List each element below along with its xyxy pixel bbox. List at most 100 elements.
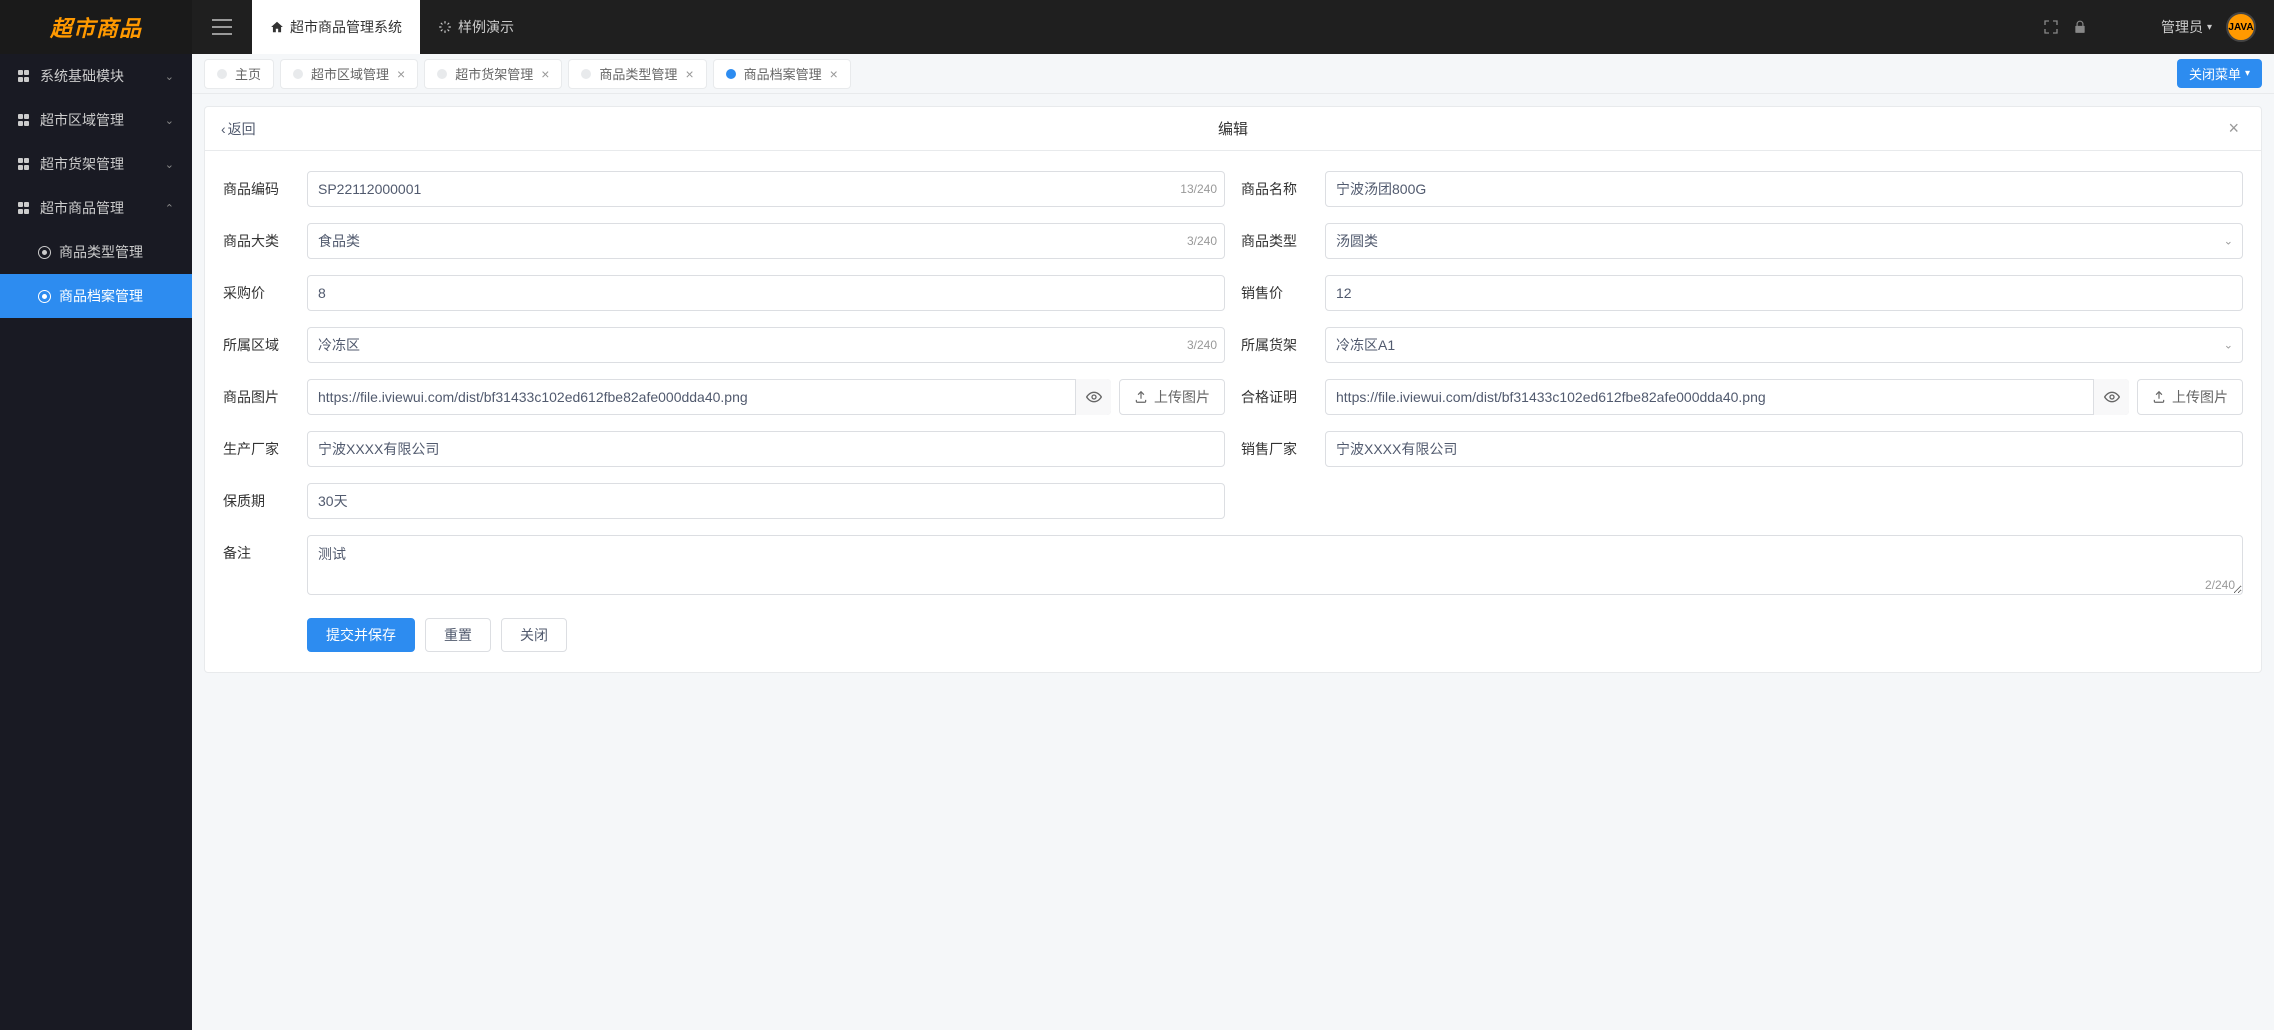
gear-icon: [38, 290, 51, 303]
fullscreen-button[interactable]: [2043, 19, 2059, 35]
avatar-text: JAVA: [2228, 22, 2253, 33]
label-shelf-life: 保质期: [223, 483, 295, 511]
chevron-up-icon: ⌃: [165, 202, 174, 215]
label-type: 商品类型: [1241, 223, 1313, 251]
form-actions: 提交并保存 重置 关闭: [223, 618, 2243, 652]
grid-icon: [18, 70, 30, 82]
home-icon: [270, 20, 284, 34]
page-tab-product-type[interactable]: 商品类型管理 ×: [568, 59, 706, 89]
chevron-left-icon: ‹: [221, 121, 226, 137]
card-title: 编辑: [1218, 118, 1248, 139]
chevron-down-icon: ⌄: [165, 158, 174, 171]
label-area: 所属区域: [223, 327, 295, 355]
input-purchase-price[interactable]: [307, 275, 1225, 311]
input-name[interactable]: [1325, 171, 2243, 207]
input-category[interactable]: [307, 223, 1225, 259]
label-name: 商品名称: [1241, 171, 1313, 199]
tab-dot-icon: [726, 69, 736, 79]
close-tabs-label: 关闭菜单: [2189, 64, 2241, 83]
tab-close-icon[interactable]: ×: [830, 67, 838, 81]
sidebar-item-system-base[interactable]: 系统基础模块 ⌄: [0, 54, 192, 98]
tab-close-icon[interactable]: ×: [685, 67, 693, 81]
form-body: 商品编码 13/240 商品名称: [205, 151, 2261, 672]
tab-dot-icon: [581, 69, 591, 79]
sidebar-item-label: 系统基础模块: [40, 66, 124, 86]
back-label: 返回: [228, 119, 256, 139]
sidebar: 系统基础模块 ⌄ 超市区域管理 ⌄ 超市货架管理 ⌄ 超市商品管理 ⌃ 商品类型…: [0, 54, 192, 1030]
input-shelf-life[interactable]: [307, 483, 1225, 519]
input-image-url[interactable]: [307, 379, 1111, 415]
input-producer[interactable]: [307, 431, 1225, 467]
input-seller[interactable]: [1325, 431, 2243, 467]
top-tab-label: 样例演示: [458, 17, 514, 37]
chevron-down-icon: ⌄: [165, 114, 174, 127]
sidebar-item-shelf-mgmt[interactable]: 超市货架管理 ⌄: [0, 142, 192, 186]
page-tab-label: 商品档案管理: [744, 64, 822, 83]
input-sale-price[interactable]: [1325, 275, 2243, 311]
top-tab-label: 超市商品管理系统: [290, 17, 402, 37]
upload-image-button[interactable]: 上传图片: [1119, 379, 1225, 415]
grid-icon: [18, 158, 30, 170]
sidebar-sub-label: 商品类型管理: [59, 242, 143, 262]
tab-dot-icon: [437, 69, 447, 79]
close-button[interactable]: 关闭: [501, 618, 567, 652]
lock-icon: [2073, 19, 2087, 35]
main-content: 主页 超市区域管理 × 超市货架管理 × 商品类型管理 × 商品档案管理 ×: [192, 54, 2274, 1030]
preview-cert-button[interactable]: [2093, 379, 2129, 415]
page-tab-area[interactable]: 超市区域管理 ×: [280, 59, 418, 89]
upload-label: 上传图片: [1154, 387, 1210, 407]
upload-cert-button[interactable]: 上传图片: [2137, 379, 2243, 415]
sidebar-item-area-mgmt[interactable]: 超市区域管理 ⌄: [0, 98, 192, 142]
label-purchase-price: 采购价: [223, 275, 295, 303]
avatar[interactable]: JAVA: [2226, 12, 2256, 42]
sidebar-sub-product-type[interactable]: 商品类型管理: [0, 230, 192, 274]
hamburger-icon: [212, 19, 232, 35]
sidebar-item-label: 超市区域管理: [40, 110, 124, 130]
close-tabs-menu-button[interactable]: 关闭菜单 ▾: [2177, 59, 2262, 88]
top-tab-system[interactable]: 超市商品管理系统: [252, 0, 420, 54]
caret-down-icon: ▾: [2245, 68, 2250, 79]
logo-text: 超市商品: [50, 11, 142, 43]
user-name: 管理员: [2161, 17, 2203, 37]
back-button[interactable]: ‹ 返回: [221, 119, 256, 139]
page-tab-shelf[interactable]: 超市货架管理 ×: [424, 59, 562, 89]
page-tab-home[interactable]: 主页: [204, 59, 274, 89]
top-header: 超市商品 超市商品管理系统 样例演示 管理员 ▾ JAVA: [0, 0, 2274, 54]
input-code[interactable]: [307, 171, 1225, 207]
label-code: 商品编码: [223, 171, 295, 199]
select-type[interactable]: [1325, 223, 2243, 259]
top-tab-demo[interactable]: 样例演示: [420, 0, 532, 54]
upload-label: 上传图片: [2172, 387, 2228, 407]
upload-icon: [2152, 390, 2166, 404]
label-cert: 合格证明: [1241, 379, 1313, 407]
grid-icon: [18, 202, 30, 214]
reset-button[interactable]: 重置: [425, 618, 491, 652]
sidebar-sub-product-archive[interactable]: 商品档案管理: [0, 274, 192, 318]
textarea-remark[interactable]: [307, 535, 2243, 595]
lock-button[interactable]: [2073, 19, 2087, 35]
tab-dot-icon: [217, 69, 227, 79]
content-scroll: ‹ 返回 编辑 × 商品编码 13/240: [192, 94, 2274, 1030]
page-tab-product-archive[interactable]: 商品档案管理 ×: [713, 59, 851, 89]
gear-icon: [38, 246, 51, 259]
input-cert-url[interactable]: [1325, 379, 2129, 415]
tab-close-icon[interactable]: ×: [397, 67, 405, 81]
input-area[interactable]: [307, 327, 1225, 363]
sidebar-item-product-mgmt[interactable]: 超市商品管理 ⌃: [0, 186, 192, 230]
menu-toggle-button[interactable]: [192, 0, 252, 54]
edit-card: ‹ 返回 编辑 × 商品编码 13/240: [204, 106, 2262, 673]
select-shelf[interactable]: [1325, 327, 2243, 363]
label-sale-price: 销售价: [1241, 275, 1313, 303]
page-tab-label: 超市区域管理: [311, 64, 389, 83]
top-tabs: 超市商品管理系统 样例演示: [252, 0, 532, 54]
tab-close-icon[interactable]: ×: [541, 67, 549, 81]
preview-image-button[interactable]: [1075, 379, 1111, 415]
page-tabs-bar: 主页 超市区域管理 × 超市货架管理 × 商品类型管理 × 商品档案管理 ×: [192, 54, 2274, 94]
submit-button[interactable]: 提交并保存: [307, 618, 415, 652]
label-remark: 备注: [223, 535, 295, 563]
card-close-button[interactable]: ×: [2222, 116, 2245, 141]
grid-icon: [18, 114, 30, 126]
card-header: ‹ 返回 编辑 ×: [205, 107, 2261, 151]
user-menu[interactable]: 管理员 ▾: [2161, 17, 2212, 37]
upload-icon: [1134, 390, 1148, 404]
